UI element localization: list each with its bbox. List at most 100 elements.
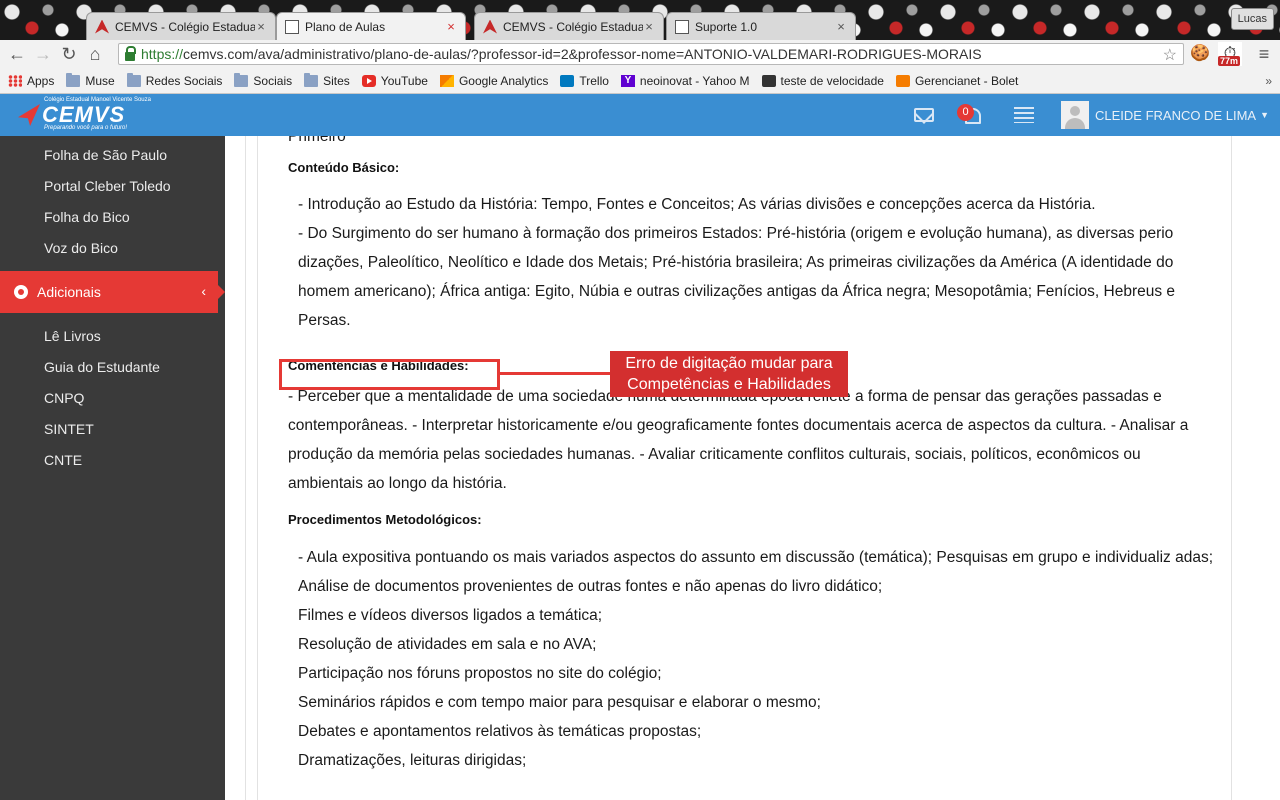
close-tab-icon[interactable]: × [255, 19, 267, 34]
profile-button[interactable]: Lucas [1230, 8, 1274, 30]
procedimento-item: Análise de documentos provenientes de ou… [298, 578, 883, 595]
browser-tab-suporte[interactable]: Suporte 1.0 × [666, 12, 856, 40]
document-favicon-icon [285, 19, 299, 34]
bookmark-label: Redes Sociais [145, 73, 223, 88]
tab-title: Suporte 1.0 [695, 19, 758, 34]
folder-icon [234, 72, 249, 87]
bookmark-label: Muse [85, 73, 115, 88]
content-frame-border [1231, 136, 1232, 800]
annotation-line-2: Competências e Habilidades [627, 376, 831, 393]
bookmark-label: neoinovat - Yahoo M [639, 73, 750, 88]
analytics-icon [439, 74, 454, 87]
bookmark-label: Sites [323, 73, 350, 88]
sidebar-item-sintet[interactable]: SINTET [44, 421, 94, 437]
annotation-line-1: Erro de digitação mudar para [625, 355, 833, 372]
logo-tagline: Preparando você para o futuro! [44, 125, 128, 131]
close-tab-icon[interactable]: × [643, 19, 655, 34]
bookmark-trello[interactable]: Trello [560, 74, 609, 88]
url-scheme: https:// [141, 46, 184, 62]
cemvs-favicon-icon [95, 19, 109, 34]
main-content: Primeiro Conteúdo Básico: - Introdução a… [225, 136, 1280, 800]
gear-icon [14, 285, 28, 299]
bookmark-label: Gerencianet - Bolet [914, 73, 1019, 88]
bookmarks-overflow-button[interactable]: » [1265, 74, 1272, 88]
close-tab-icon[interactable]: × [445, 19, 457, 34]
procedimento-item: Participação nos fóruns propostos no sit… [298, 665, 662, 682]
bookmark-star-icon[interactable]: ☆ [1163, 45, 1177, 65]
browser-toolbar: ← → ↻ ⌂ https:// cemvs.com/ava/administr… [0, 40, 1280, 68]
bookmark-apps[interactable]: Apps [8, 74, 54, 88]
apps-icon [8, 74, 22, 87]
avatar [1061, 101, 1089, 129]
sidebar-section-adicionais[interactable]: Adicionais ‹ [0, 271, 225, 313]
procedimento-item: Filmes e vídeos diversos ligados a temát… [298, 607, 603, 624]
address-bar[interactable]: https:// cemvs.com/ava/administrativo/pl… [118, 43, 1184, 65]
content-frame-border [245, 136, 246, 800]
lesson-plan: Primeiro Conteúdo Básico: - Introdução a… [288, 136, 1218, 775]
cookie-extension-icon[interactable]: 🍪 [1188, 42, 1212, 66]
competencias-text: - Perceber que a mentalidade de uma soci… [288, 388, 1189, 492]
bookmark-sociais[interactable]: Sociais [234, 72, 293, 88]
bookmark-label: Apps [27, 73, 55, 88]
sidebar-item-cnte[interactable]: CNTE [44, 452, 82, 468]
annotation-connector [500, 372, 610, 375]
bookmark-yahoo[interactable]: Yneoinovat - Yahoo M [620, 73, 750, 88]
tasks-icon[interactable] [1014, 107, 1034, 123]
notification-badge: 0 [957, 104, 974, 121]
cemvs-favicon-icon [483, 19, 497, 34]
bookmark-redes-sociais[interactable]: Redes Sociais [126, 72, 223, 88]
sidebar-item-folha-de-sao-paulo[interactable]: Folha de São Paulo [44, 147, 167, 163]
cemvs-logo[interactable]: Colégio Estadual Manoel Vicente Souza CE… [18, 97, 151, 132]
folder-icon [66, 72, 81, 87]
bookmark-youtube[interactable]: YouTube [361, 74, 428, 88]
bookmark-gerencianet[interactable]: Gerencianet - Bolet [895, 73, 1019, 88]
browser-tab-cemvs-1[interactable]: CEMVS - Colégio Estadual × [86, 12, 276, 40]
procedimento-item: - Aula expositiva pontuando os mais vari… [298, 549, 1213, 566]
bookmark-label: Trello [579, 73, 609, 88]
mail-icon[interactable] [914, 108, 934, 122]
sidebar-section-label: Adicionais [37, 284, 101, 300]
gerencianet-icon [895, 74, 910, 87]
bookmark-label: Sociais [253, 73, 293, 88]
menu-icon[interactable]: ≡ [1252, 42, 1276, 66]
url-text: cemvs.com/ava/administrativo/plano-de-au… [183, 46, 982, 62]
home-icon[interactable]: ⌂ [82, 41, 108, 67]
user-name: CLEIDE FRANCO DE LIMA [1095, 107, 1257, 123]
browser-tab-plano-de-aulas[interactable]: Plano de Aulas × [276, 12, 466, 40]
timer-extension-icon[interactable]: ⏱ 77m [1218, 42, 1242, 66]
conteudo-item: - Do Surgimento do ser humano à formação… [298, 225, 1176, 329]
bookmark-speedtest[interactable]: teste de velocidade [761, 73, 884, 88]
sidebar-item-voz-do-bico[interactable]: Voz do Bico [44, 240, 118, 256]
heading-conteudo-basico: Conteúdo Básico: [288, 160, 400, 175]
bookmark-muse[interactable]: Muse [66, 72, 115, 88]
user-menu[interactable]: CLEIDE FRANCO DE LIMA ▼ [1061, 98, 1269, 132]
bookmark-label: Google Analytics [458, 73, 549, 88]
back-arrow-icon[interactable]: ← [4, 41, 30, 67]
browser-tab-strip: CEMVS - Colégio Estadual × Plano de Aula… [0, 0, 1280, 40]
procedimento-item: Seminários rápidos e com tempo maior par… [298, 694, 821, 711]
speedtest-icon [761, 74, 776, 87]
sidebar-item-le-livros[interactable]: Lê Livros [44, 328, 101, 344]
folder-icon [304, 72, 319, 87]
bookmark-google-analytics[interactable]: Google Analytics [439, 73, 549, 88]
sidebar-item-folha-do-bico[interactable]: Folha do Bico [44, 209, 130, 225]
sidebar: Folha de São Paulo Portal Cleber Toledo … [0, 136, 225, 800]
bookmarks-bar: Apps Muse Redes Sociais Sociais Sites Yo… [0, 68, 1280, 94]
annotation-highlight-box [279, 359, 500, 390]
bookmark-label: teste de velocidade [780, 73, 884, 88]
forward-arrow-icon[interactable]: → [30, 41, 56, 67]
sidebar-item-portal-cleber-toledo[interactable]: Portal Cleber Toledo [44, 178, 171, 194]
bookmark-sites[interactable]: Sites [304, 72, 350, 88]
tab-title: CEMVS - Colégio Estadual [503, 19, 643, 34]
sidebar-item-guia-do-estudante[interactable]: Guia do Estudante [44, 359, 160, 375]
chevron-left-icon: ‹ [201, 283, 206, 299]
close-tab-icon[interactable]: × [835, 19, 847, 34]
browser-tab-cemvs-2[interactable]: CEMVS - Colégio Estadual × [474, 12, 664, 40]
content-frame-border [257, 136, 258, 800]
youtube-icon [361, 74, 376, 87]
sidebar-item-cnpq[interactable]: CNPQ [44, 390, 84, 406]
reload-icon[interactable]: ↻ [56, 41, 82, 67]
folder-icon [126, 72, 141, 87]
tab-title: CEMVS - Colégio Estadual [115, 19, 255, 34]
app-header: Colégio Estadual Manoel Vicente Souza CE… [0, 94, 1280, 136]
